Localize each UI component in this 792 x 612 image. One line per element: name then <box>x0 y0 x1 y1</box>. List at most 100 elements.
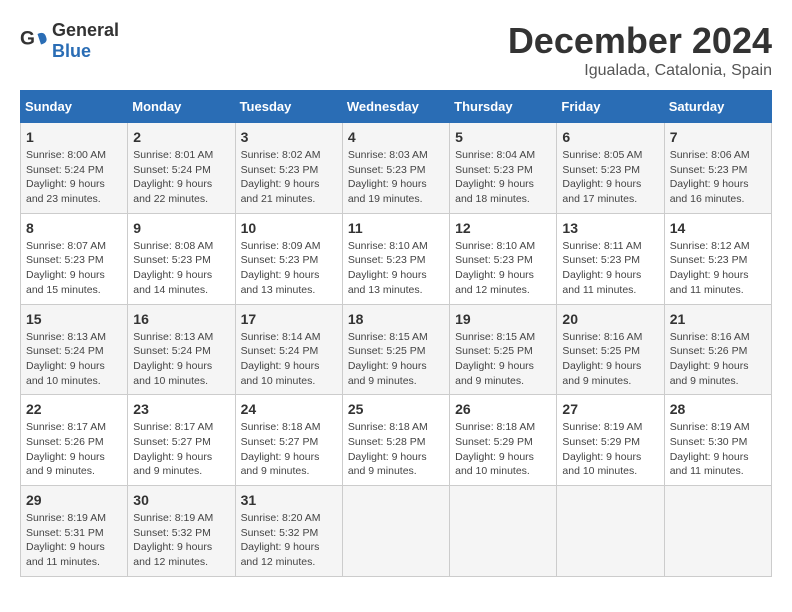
day-info: Sunrise: 8:02 AMSunset: 5:23 PMDaylight:… <box>241 148 337 207</box>
calendar-day-cell: 17 Sunrise: 8:14 AMSunset: 5:24 PMDayligh… <box>235 304 342 395</box>
calendar-day-cell: 4 Sunrise: 8:03 AMSunset: 5:23 PMDaylight… <box>342 123 449 214</box>
day-info: Sunrise: 8:19 AMSunset: 5:31 PMDaylight:… <box>26 511 122 570</box>
day-number: 19 <box>455 311 551 327</box>
day-info: Sunrise: 8:14 AMSunset: 5:24 PMDaylight:… <box>241 330 337 389</box>
calendar-day-cell: 12 Sunrise: 8:10 AMSunset: 5:23 PMDayligh… <box>450 213 557 304</box>
day-info: Sunrise: 8:12 AMSunset: 5:23 PMDaylight:… <box>670 239 766 298</box>
calendar-day-cell: 9 Sunrise: 8:08 AMSunset: 5:23 PMDaylight… <box>128 213 235 304</box>
calendar-week-row: 15 Sunrise: 8:13 AMSunset: 5:24 PMDayligh… <box>21 304 772 395</box>
day-info: Sunrise: 8:07 AMSunset: 5:23 PMDaylight:… <box>26 239 122 298</box>
day-info: Sunrise: 8:18 AMSunset: 5:28 PMDaylight:… <box>348 420 444 479</box>
day-number: 3 <box>241 129 337 145</box>
day-info: Sunrise: 8:05 AMSunset: 5:23 PMDaylight:… <box>562 148 658 207</box>
day-info: Sunrise: 8:17 AMSunset: 5:27 PMDaylight:… <box>133 420 229 479</box>
day-info: Sunrise: 8:03 AMSunset: 5:23 PMDaylight:… <box>348 148 444 207</box>
day-info: Sunrise: 8:00 AMSunset: 5:24 PMDaylight:… <box>26 148 122 207</box>
calendar-day-cell: 19 Sunrise: 8:15 AMSunset: 5:25 PMDayligh… <box>450 304 557 395</box>
day-number: 4 <box>348 129 444 145</box>
calendar-day-cell: 5 Sunrise: 8:04 AMSunset: 5:23 PMDaylight… <box>450 123 557 214</box>
day-number: 24 <box>241 401 337 417</box>
day-number: 5 <box>455 129 551 145</box>
day-number: 23 <box>133 401 229 417</box>
day-info: Sunrise: 8:04 AMSunset: 5:23 PMDaylight:… <box>455 148 551 207</box>
calendar-day-cell <box>450 486 557 577</box>
weekday-header: Monday <box>128 91 235 123</box>
day-info: Sunrise: 8:18 AMSunset: 5:27 PMDaylight:… <box>241 420 337 479</box>
calendar-day-cell: 20 Sunrise: 8:16 AMSunset: 5:25 PMDayligh… <box>557 304 664 395</box>
day-info: Sunrise: 8:06 AMSunset: 5:23 PMDaylight:… <box>670 148 766 207</box>
day-number: 13 <box>562 220 658 236</box>
day-info: Sunrise: 8:20 AMSunset: 5:32 PMDaylight:… <box>241 511 337 570</box>
day-info: Sunrise: 8:11 AMSunset: 5:23 PMDaylight:… <box>562 239 658 298</box>
day-number: 8 <box>26 220 122 236</box>
logo-blue: Blue <box>52 41 91 61</box>
logo: G General Blue <box>20 20 119 62</box>
day-info: Sunrise: 8:16 AMSunset: 5:25 PMDaylight:… <box>562 330 658 389</box>
page-header: G General Blue December 2024 Igualada, C… <box>20 20 772 80</box>
day-number: 25 <box>348 401 444 417</box>
day-number: 11 <box>348 220 444 236</box>
calendar-day-cell: 29Sunrise: 8:19 AMSunset: 5:31 PMDayligh… <box>21 486 128 577</box>
logo-text: General Blue <box>52 20 119 62</box>
weekday-header: Thursday <box>450 91 557 123</box>
svg-text:G: G <box>20 29 35 50</box>
calendar-day-cell <box>664 486 771 577</box>
day-number: 15 <box>26 311 122 327</box>
calendar-day-cell: 14Sunrise: 8:12 AMSunset: 5:23 PMDayligh… <box>664 213 771 304</box>
calendar-day-cell: 3 Sunrise: 8:02 AMSunset: 5:23 PMDaylight… <box>235 123 342 214</box>
calendar-week-row: 22Sunrise: 8:17 AMSunset: 5:26 PMDayligh… <box>21 395 772 486</box>
calendar-day-cell: 2Sunrise: 8:01 AMSunset: 5:24 PMDaylight… <box>128 123 235 214</box>
weekday-header-row: SundayMondayTuesdayWednesdayThursdayFrid… <box>21 91 772 123</box>
calendar-day-cell: 22Sunrise: 8:17 AMSunset: 5:26 PMDayligh… <box>21 395 128 486</box>
calendar-week-row: 8 Sunrise: 8:07 AMSunset: 5:23 PMDaylight… <box>21 213 772 304</box>
calendar-day-cell: 6 Sunrise: 8:05 AMSunset: 5:23 PMDaylight… <box>557 123 664 214</box>
calendar-day-cell: 25 Sunrise: 8:18 AMSunset: 5:28 PMDayligh… <box>342 395 449 486</box>
weekday-header: Saturday <box>664 91 771 123</box>
title-area: December 2024 Igualada, Catalonia, Spain <box>508 20 772 80</box>
day-number: 6 <box>562 129 658 145</box>
calendar-day-cell <box>342 486 449 577</box>
day-number: 12 <box>455 220 551 236</box>
day-number: 7 <box>670 129 766 145</box>
day-info: Sunrise: 8:18 AMSunset: 5:29 PMDaylight:… <box>455 420 551 479</box>
calendar-day-cell: 18Sunrise: 8:15 AMSunset: 5:25 PMDayligh… <box>342 304 449 395</box>
logo-icon: G <box>20 27 48 55</box>
calendar-day-cell: 13 Sunrise: 8:11 AMSunset: 5:23 PMDayligh… <box>557 213 664 304</box>
calendar-week-row: 1Sunrise: 8:00 AMSunset: 5:24 PMDaylight… <box>21 123 772 214</box>
day-number: 26 <box>455 401 551 417</box>
day-number: 30 <box>133 492 229 508</box>
day-number: 20 <box>562 311 658 327</box>
day-info: Sunrise: 8:09 AMSunset: 5:23 PMDaylight:… <box>241 239 337 298</box>
weekday-header: Friday <box>557 91 664 123</box>
calendar-day-cell: 23 Sunrise: 8:17 AMSunset: 5:27 PMDayligh… <box>128 395 235 486</box>
day-info: Sunrise: 8:15 AMSunset: 5:25 PMDaylight:… <box>455 330 551 389</box>
calendar-day-cell: 21Sunrise: 8:16 AMSunset: 5:26 PMDayligh… <box>664 304 771 395</box>
weekday-header: Tuesday <box>235 91 342 123</box>
day-info: Sunrise: 8:16 AMSunset: 5:26 PMDaylight:… <box>670 330 766 389</box>
day-info: Sunrise: 8:13 AMSunset: 5:24 PMDaylight:… <box>26 330 122 389</box>
day-number: 16 <box>133 311 229 327</box>
day-info: Sunrise: 8:10 AMSunset: 5:23 PMDaylight:… <box>348 239 444 298</box>
calendar-day-cell: 30 Sunrise: 8:19 AMSunset: 5:32 PMDayligh… <box>128 486 235 577</box>
location-subtitle: Igualada, Catalonia, Spain <box>508 62 772 80</box>
calendar-week-row: 29Sunrise: 8:19 AMSunset: 5:31 PMDayligh… <box>21 486 772 577</box>
calendar-day-cell: 27Sunrise: 8:19 AMSunset: 5:29 PMDayligh… <box>557 395 664 486</box>
day-number: 2 <box>133 129 229 145</box>
day-info: Sunrise: 8:10 AMSunset: 5:23 PMDaylight:… <box>455 239 551 298</box>
calendar-day-cell: 8 Sunrise: 8:07 AMSunset: 5:23 PMDaylight… <box>21 213 128 304</box>
calendar-day-cell: 31 Sunrise: 8:20 AMSunset: 5:32 PMDayligh… <box>235 486 342 577</box>
calendar-day-cell: 15 Sunrise: 8:13 AMSunset: 5:24 PMDayligh… <box>21 304 128 395</box>
day-number: 9 <box>133 220 229 236</box>
day-info: Sunrise: 8:19 AMSunset: 5:32 PMDaylight:… <box>133 511 229 570</box>
day-info: Sunrise: 8:08 AMSunset: 5:23 PMDaylight:… <box>133 239 229 298</box>
day-info: Sunrise: 8:19 AMSunset: 5:29 PMDaylight:… <box>562 420 658 479</box>
logo-general: General <box>52 20 119 40</box>
weekday-header: Sunday <box>21 91 128 123</box>
day-info: Sunrise: 8:19 AMSunset: 5:30 PMDaylight:… <box>670 420 766 479</box>
day-number: 28 <box>670 401 766 417</box>
weekday-header: Wednesday <box>342 91 449 123</box>
calendar-day-cell <box>557 486 664 577</box>
day-number: 18 <box>348 311 444 327</box>
day-number: 31 <box>241 492 337 508</box>
day-number: 17 <box>241 311 337 327</box>
